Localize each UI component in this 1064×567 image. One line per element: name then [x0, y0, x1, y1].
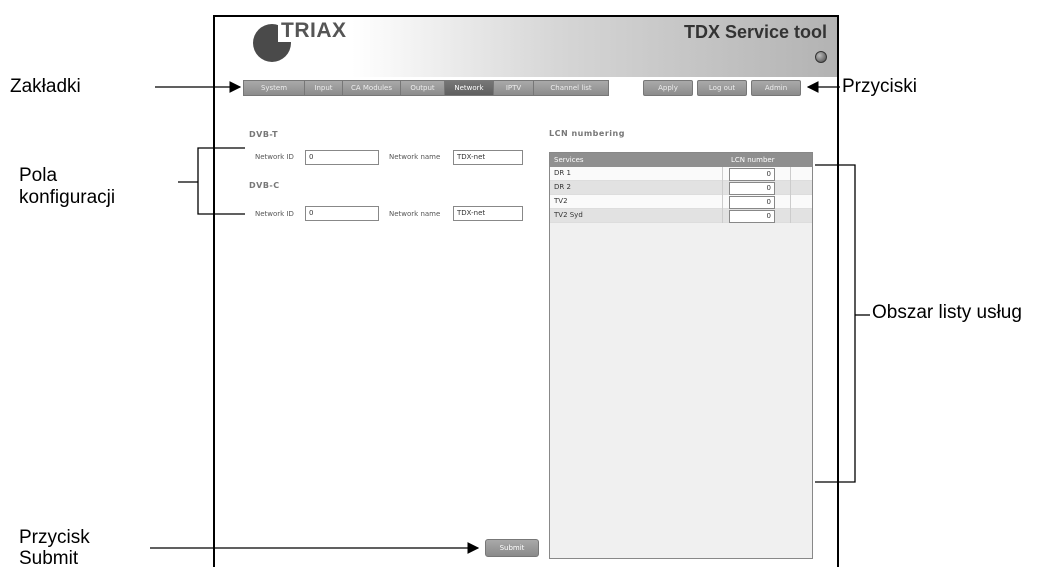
annotation-arrows — [150, 81, 870, 554]
config-bracket — [197, 147, 245, 215]
service-list-bracket — [815, 164, 856, 483]
